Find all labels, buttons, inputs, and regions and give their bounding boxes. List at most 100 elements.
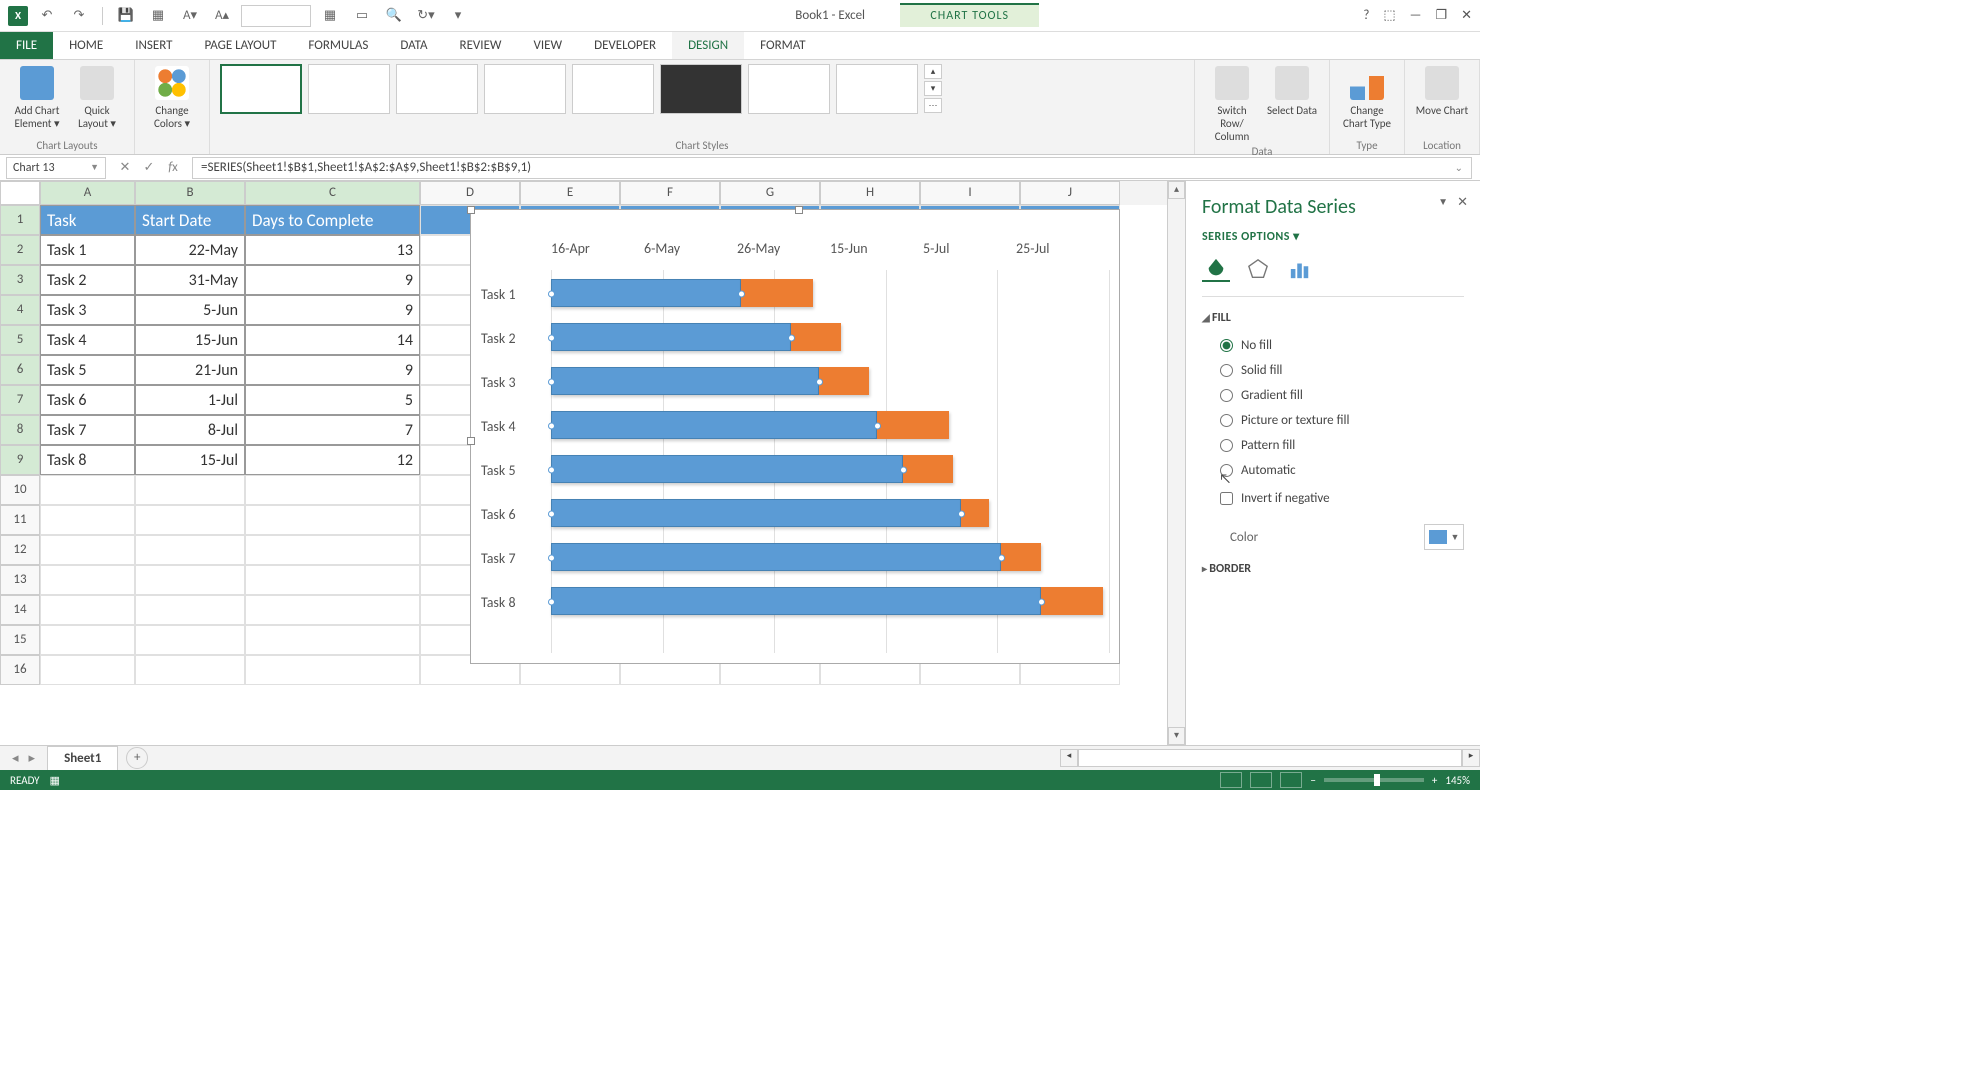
column-headers[interactable]: ABCDEFGHIJ (0, 181, 1167, 205)
formula-bar[interactable]: =SERIES(Sheet1!$B$1,Sheet1!$A$2:$A$9,She… (192, 157, 1472, 179)
row-header[interactable]: 12 (0, 535, 40, 565)
ribbon-tab-view[interactable]: VIEW (518, 32, 579, 59)
chart-series-bar-days[interactable] (877, 411, 949, 439)
cell[interactable]: 15-Jun (135, 325, 245, 355)
chart-series-bar-start-date[interactable] (551, 543, 1001, 571)
column-header[interactable]: E (520, 181, 620, 205)
cell[interactable]: 13 (245, 235, 420, 265)
chart-series-bar-start-date[interactable] (551, 587, 1041, 615)
fill-option-row[interactable]: Pattern fill (1202, 433, 1464, 458)
restore-button[interactable]: ❐ (1435, 8, 1447, 23)
cell[interactable]: 15-Jul (135, 445, 245, 475)
chart-category-row[interactable]: Task 2 (481, 316, 1109, 360)
save-button[interactable]: 💾 (113, 3, 139, 29)
row-header[interactable]: 13 (0, 565, 40, 595)
ribbon-tab-data[interactable]: DATA (384, 32, 443, 59)
column-header[interactable]: H (820, 181, 920, 205)
select-data-button[interactable]: Select Data (1265, 64, 1319, 117)
fill-option-row[interactable]: Gradient fill (1202, 383, 1464, 408)
cell[interactable]: 12 (245, 445, 420, 475)
ribbon-tab-page-layout[interactable]: PAGE LAYOUT (189, 32, 293, 59)
cell[interactable]: 9 (245, 295, 420, 325)
cell[interactable]: 9 (245, 355, 420, 385)
cell[interactable] (135, 505, 245, 535)
font-combo[interactable] (241, 5, 311, 27)
row-header[interactable]: 9 (0, 445, 40, 475)
vertical-scrollbar[interactable]: ▴ ▾ (1167, 181, 1185, 745)
column-header[interactable]: G (720, 181, 820, 205)
ribbon-tab-developer[interactable]: DEVELOPER (578, 32, 672, 59)
scroll-up-button[interactable]: ▴ (1168, 181, 1185, 199)
scroll-left-button[interactable]: ◂ (1060, 749, 1078, 767)
cell[interactable] (40, 655, 135, 685)
fill-option-radio[interactable] (1220, 364, 1233, 377)
page-break-view-button[interactable] (1280, 772, 1302, 788)
zoom-slider[interactable] (1324, 778, 1424, 782)
cell[interactable] (245, 505, 420, 535)
row-header[interactable]: 2 (0, 235, 40, 265)
chart-category-row[interactable]: Task 6 (481, 492, 1109, 536)
border-section-header[interactable]: BORDER (1202, 562, 1464, 576)
cell[interactable] (135, 655, 245, 685)
qat-button[interactable]: 🔍 (381, 3, 407, 29)
ribbon-tab-format[interactable]: FORMAT (744, 32, 821, 59)
column-header[interactable]: A (40, 181, 135, 205)
cell[interactable]: Task 5 (40, 355, 135, 385)
cell[interactable]: 9 (245, 265, 420, 295)
ribbon-tab-review[interactable]: REVIEW (444, 32, 518, 59)
cell[interactable] (40, 475, 135, 505)
column-header[interactable]: F (620, 181, 720, 205)
chart-series-bar-days[interactable] (1001, 543, 1041, 571)
series-options-icon[interactable] (1286, 256, 1314, 282)
ribbon-tab-insert[interactable]: INSERT (119, 32, 188, 59)
row-header[interactable]: 16 (0, 655, 40, 685)
chart-series-bar-days[interactable] (819, 367, 869, 395)
add-chart-element-button[interactable]: Add Chart Element ▾ (10, 64, 64, 130)
row-header[interactable]: 1 (0, 205, 40, 235)
cell[interactable]: Days to Complete (245, 205, 420, 235)
invert-if-negative-checkbox[interactable] (1220, 492, 1233, 505)
chart-series-bar-days[interactable] (1041, 587, 1103, 615)
zoom-out-button[interactable]: − (1310, 774, 1315, 787)
ribbon-display-button[interactable]: ⬚ (1383, 8, 1395, 23)
cell[interactable] (40, 595, 135, 625)
row-header[interactable]: 7 (0, 385, 40, 415)
fill-option-radio[interactable] (1220, 439, 1233, 452)
cell[interactable] (40, 565, 135, 595)
row-header[interactable]: 3 (0, 265, 40, 295)
cell[interactable] (135, 535, 245, 565)
chart-category-row[interactable]: Task 4 (481, 404, 1109, 448)
cell[interactable]: Task 4 (40, 325, 135, 355)
macro-record-icon[interactable]: ▦ (50, 774, 60, 787)
enter-formula-button[interactable]: ✓ (138, 160, 160, 175)
change-colors-button[interactable]: Change Colors ▾ (145, 64, 199, 130)
chart-series-bar-start-date[interactable] (551, 455, 903, 483)
qat-customize-button[interactable]: ▾ (445, 3, 471, 29)
horizontal-scrollbar[interactable]: ◂ ▸ (1060, 749, 1480, 767)
cell[interactable] (40, 535, 135, 565)
cell[interactable]: Task 8 (40, 445, 135, 475)
ribbon-tab-formulas[interactable]: FORMULAS (292, 32, 384, 59)
chart-series-bar-days[interactable] (791, 323, 841, 351)
cell[interactable] (40, 625, 135, 655)
chart-category-row[interactable]: Task 3 (481, 360, 1109, 404)
cell[interactable]: 5 (245, 385, 420, 415)
row-header[interactable]: 15 (0, 625, 40, 655)
row-header[interactable]: 4 (0, 295, 40, 325)
cell[interactable]: Task (40, 205, 135, 235)
cell[interactable]: 7 (245, 415, 420, 445)
chart-series-bar-start-date[interactable] (551, 411, 877, 439)
qat-button[interactable]: ▦ (317, 3, 343, 29)
column-header[interactable]: D (420, 181, 520, 205)
qat-button[interactable]: ▭ (349, 3, 375, 29)
cancel-formula-button[interactable]: ✕ (114, 160, 136, 175)
quick-layout-button[interactable]: Quick Layout ▾ (70, 64, 124, 130)
row-header[interactable]: 11 (0, 505, 40, 535)
chart-series-bar-days[interactable] (903, 455, 953, 483)
cell[interactable] (135, 565, 245, 595)
undo-button[interactable]: ↶ (34, 3, 60, 29)
select-all-box[interactable] (0, 181, 40, 205)
embedded-chart[interactable]: 16-Apr6-May26-May15-Jun5-Jul25-Jul Task … (470, 209, 1120, 664)
ribbon-tab-design[interactable]: DESIGN (672, 32, 744, 59)
row-header[interactable]: 10 (0, 475, 40, 505)
